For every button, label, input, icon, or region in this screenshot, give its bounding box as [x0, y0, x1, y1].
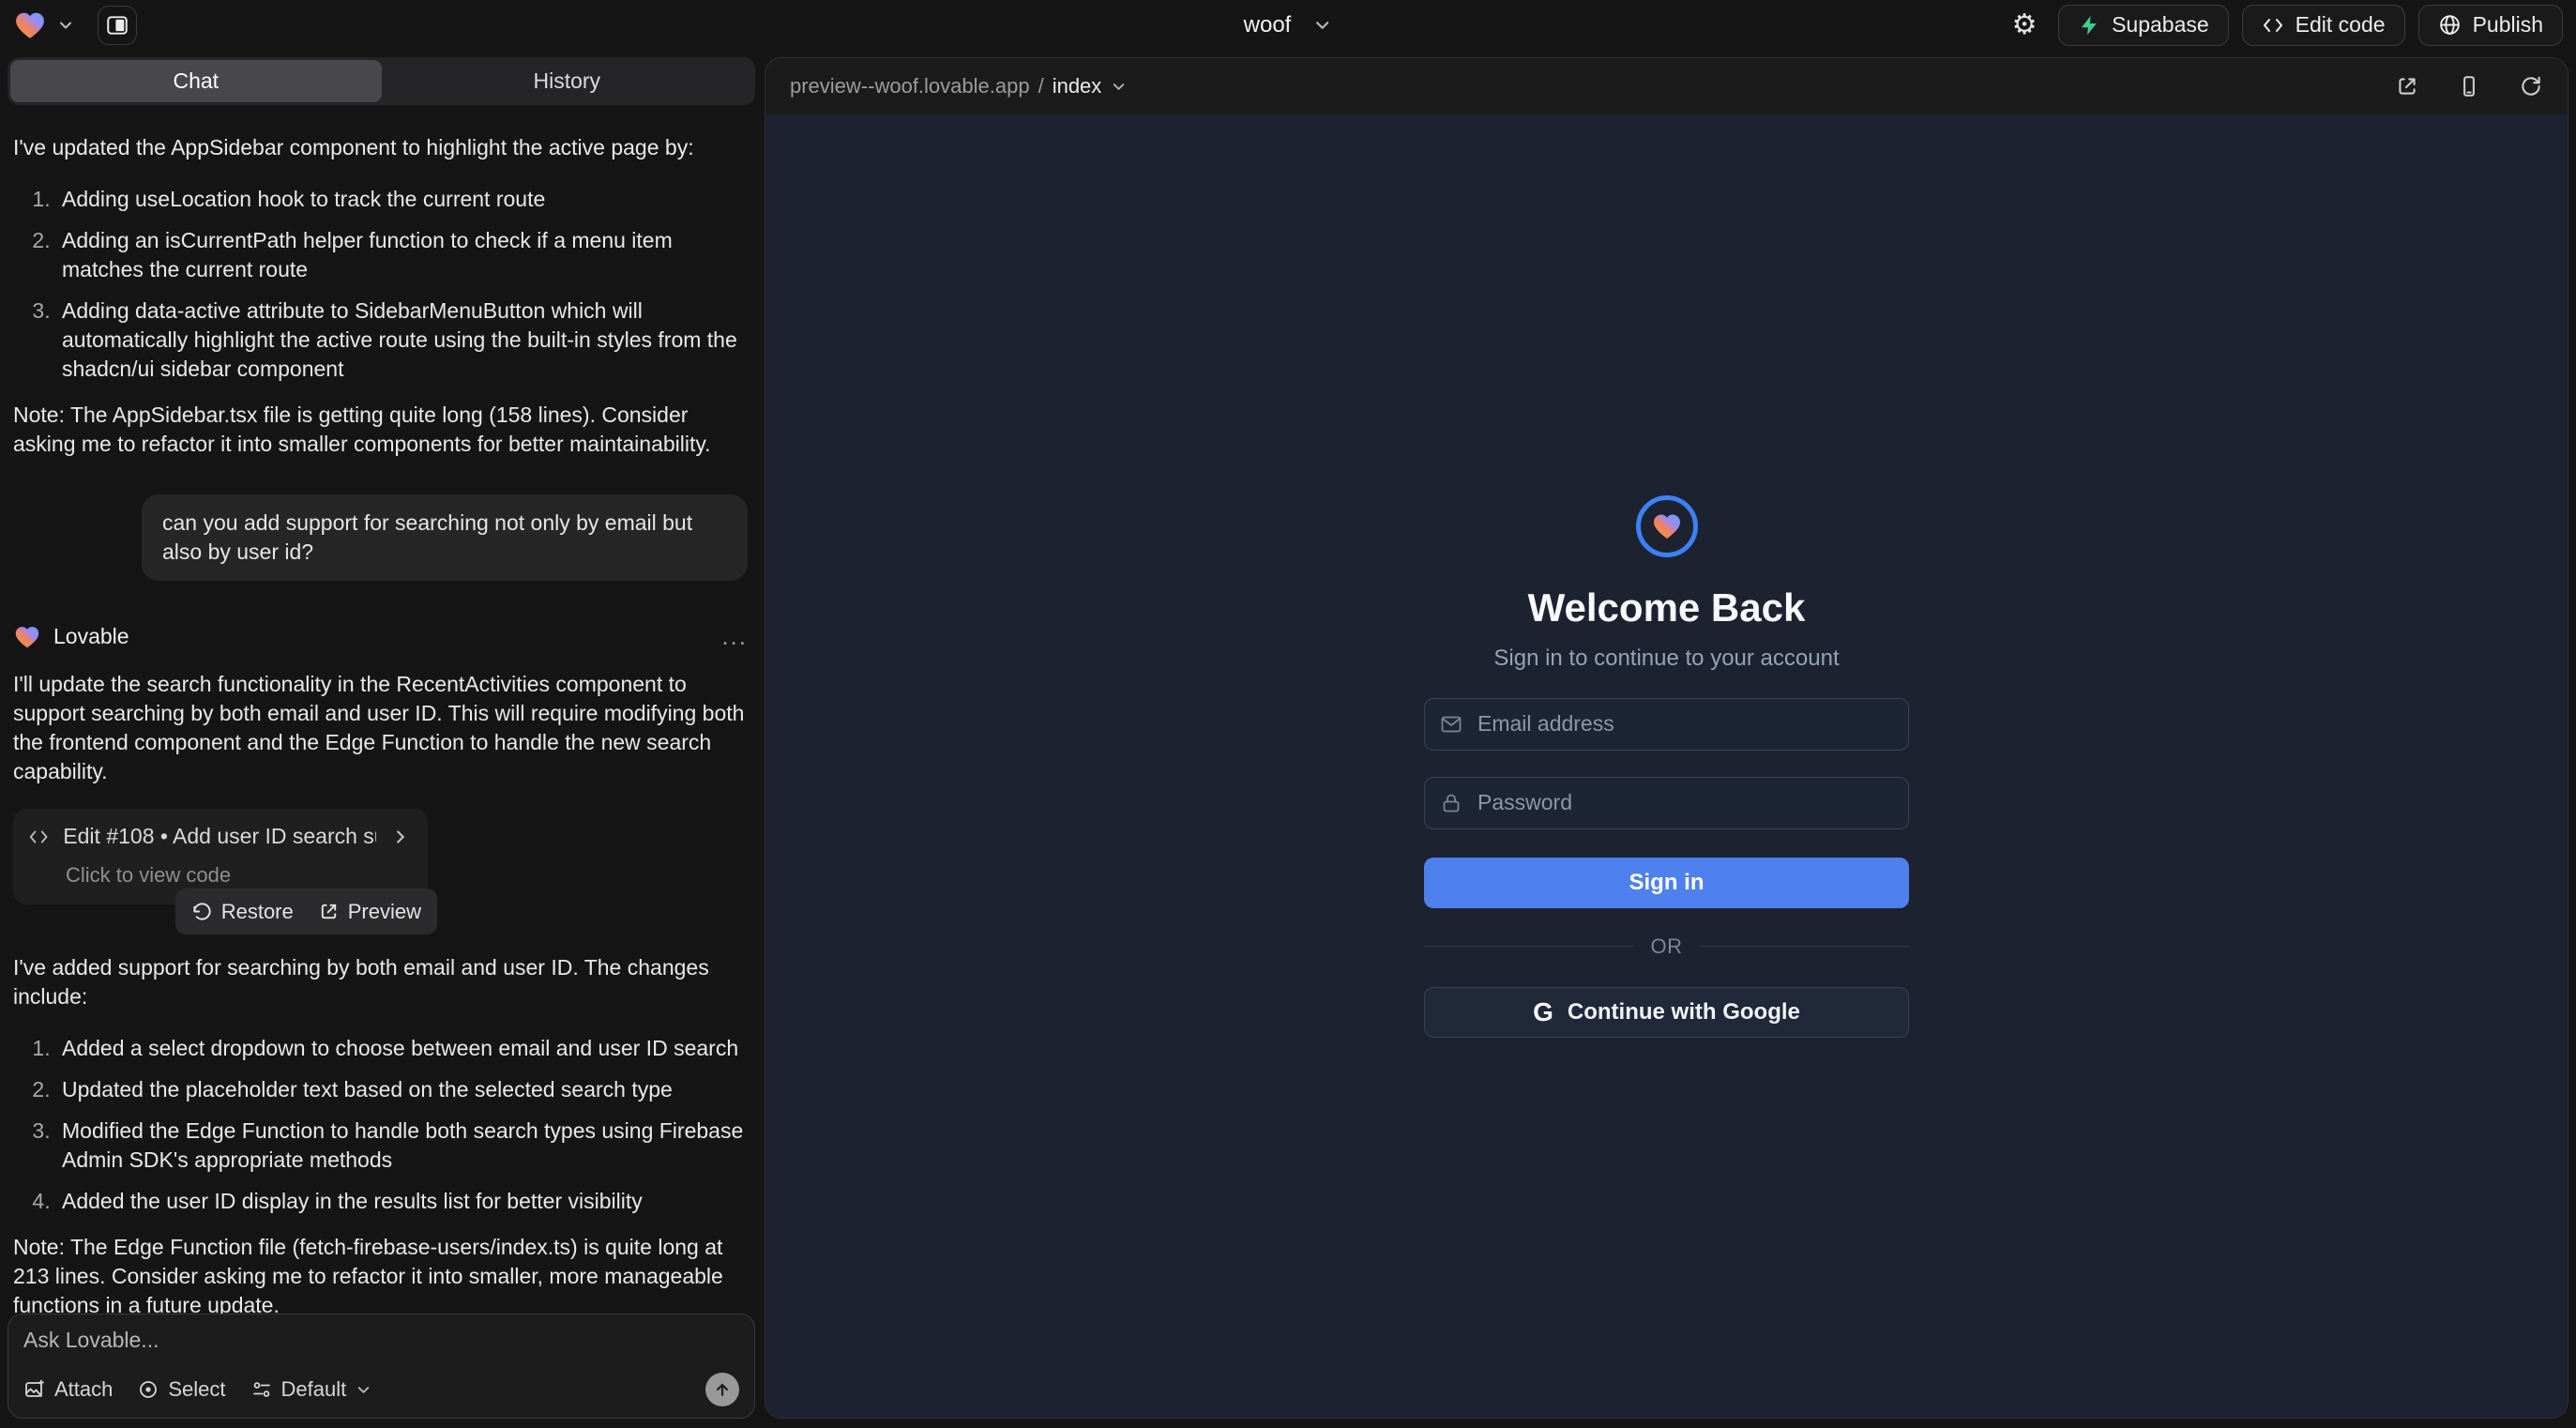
- globe-icon: [2438, 13, 2462, 37]
- edit-version-card[interactable]: Edit #108 • Add user ID search supp... C…: [13, 809, 428, 904]
- code-icon: [2262, 14, 2284, 37]
- assistant-name: Lovable: [53, 622, 129, 651]
- select-button[interactable]: Select: [137, 1377, 225, 1402]
- tab-chat[interactable]: Chat: [10, 60, 382, 102]
- chevron-down-icon[interactable]: [56, 16, 75, 35]
- toggle-sidebar-button[interactable]: [98, 6, 137, 45]
- project-name: woof: [1244, 12, 1292, 38]
- supabase-bolt-icon: [2078, 14, 2100, 37]
- chevron-down-icon: [1110, 78, 1128, 96]
- list-item: Updated the placeholder text based on th…: [56, 1075, 748, 1104]
- top-bar: woof ⚙ Supabase Edit code Publish: [0, 0, 2576, 50]
- attach-button[interactable]: Attach: [23, 1377, 113, 1402]
- project-switcher[interactable]: woof: [1244, 12, 1333, 38]
- list-item: Added the user ID display in the results…: [56, 1187, 748, 1216]
- google-sign-in-button[interactable]: G Continue with Google: [1424, 987, 1909, 1038]
- select-target-icon: [137, 1378, 159, 1401]
- list-item: Adding an isCurrentPath helper function …: [56, 226, 748, 284]
- assistant-message-text: I've updated the AppSidebar component to…: [13, 133, 748, 162]
- chat-message-list[interactable]: I've updated the AppSidebar component to…: [8, 105, 755, 1314]
- or-divider: OR: [1424, 934, 1909, 959]
- chat-composer: Attach Select Default: [8, 1314, 755, 1419]
- mode-label: Default: [281, 1377, 347, 1402]
- code-icon: [28, 825, 49, 849]
- lock-icon: [1440, 792, 1462, 814]
- list-item: Adding useLocation hook to track the cur…: [56, 185, 748, 214]
- message-options-icon[interactable]: ...: [721, 622, 748, 651]
- gear-icon: ⚙: [2012, 8, 2038, 41]
- edit-code-button[interactable]: Edit code: [2242, 5, 2405, 46]
- settings-button[interactable]: ⚙: [2004, 5, 2045, 46]
- arrow-up-icon: [713, 1380, 732, 1399]
- assistant-numbered-list: Added a select dropdown to choose betwee…: [13, 1034, 748, 1216]
- sliders-icon: [250, 1378, 273, 1401]
- supabase-button[interactable]: Supabase: [2058, 5, 2229, 46]
- refresh-icon[interactable]: [2519, 74, 2543, 99]
- send-button[interactable]: [705, 1373, 739, 1406]
- password-field-wrapper: [1424, 777, 1909, 829]
- or-divider-label: OR: [1651, 934, 1683, 959]
- edit-card-subtitle: Click to view code: [28, 860, 411, 889]
- list-item: Added a select dropdown to choose betwee…: [56, 1034, 748, 1063]
- chat-panel: Chat History I've updated the AppSidebar…: [0, 50, 763, 1428]
- chevron-down-icon: [1311, 15, 1332, 36]
- email-field[interactable]: [1424, 698, 1909, 751]
- restore-label: Restore: [221, 897, 294, 926]
- chevron-down-icon: [355, 1381, 372, 1399]
- restore-icon: [191, 901, 213, 922]
- assistant-message-text: I've added support for searching by both…: [13, 953, 748, 1011]
- preview-browser-bar: preview--woof.lovable.app / index: [765, 58, 2568, 114]
- publish-label: Publish: [2473, 12, 2543, 38]
- open-in-new-tab-icon[interactable]: [2395, 74, 2419, 99]
- preview-button[interactable]: Preview: [318, 897, 421, 926]
- list-item: Adding data-active attribute to SidebarM…: [56, 296, 748, 384]
- sign-in-button[interactable]: Sign in: [1424, 858, 1909, 908]
- preview-url-selector[interactable]: preview--woof.lovable.app / index: [790, 74, 1128, 99]
- preview-url-separator: /: [1038, 74, 1044, 99]
- publish-button[interactable]: Publish: [2418, 5, 2563, 46]
- chat-history-tabbar: Chat History: [8, 57, 755, 105]
- edit-card-toolbar: Restore Preview: [175, 889, 437, 934]
- select-label: Select: [168, 1377, 225, 1402]
- login-title: Welcome Back: [1528, 585, 1806, 630]
- edit-code-label: Edit code: [2296, 12, 2386, 38]
- attach-label: Attach: [54, 1377, 113, 1402]
- lovable-logo-heart-icon[interactable]: [13, 9, 47, 41]
- panel-layout-icon: [105, 13, 129, 38]
- assistant-note-text: Note: The AppSidebar.tsx file is getting…: [13, 401, 748, 459]
- password-field[interactable]: [1424, 777, 1909, 829]
- preview-panel: preview--woof.lovable.app / index Welcom…: [765, 57, 2568, 1419]
- tab-history[interactable]: History: [382, 60, 753, 102]
- restore-button[interactable]: Restore: [191, 897, 294, 926]
- email-icon: [1440, 713, 1462, 736]
- chevron-right-icon: [390, 827, 411, 847]
- login-form: Welcome Back Sign in to continue to your…: [1424, 495, 1909, 1038]
- user-message-text: can you add support for searching not on…: [162, 510, 692, 564]
- attach-image-icon: [23, 1378, 46, 1401]
- email-field-wrapper: [1424, 698, 1909, 751]
- mode-selector-button[interactable]: Default: [250, 1377, 373, 1402]
- mobile-view-icon[interactable]: [2457, 74, 2481, 99]
- login-subtitle: Sign in to continue to your account: [1493, 646, 1839, 672]
- supabase-label: Supabase: [2112, 12, 2209, 38]
- lovable-avatar-heart-icon: [13, 624, 41, 650]
- assistant-note-text: Note: The Edge Function file (fetch-fire…: [13, 1233, 748, 1314]
- list-item: Modified the Edge Function to handle bot…: [56, 1117, 748, 1175]
- preview-label: Preview: [348, 897, 421, 926]
- chat-input[interactable]: [23, 1328, 739, 1360]
- preview-url-host: preview--woof.lovable.app: [790, 74, 1030, 99]
- edit-card-title: Edit #108 • Add user ID search supp...: [63, 822, 376, 851]
- assistant-message-text: I'll update the search functionality in …: [13, 670, 748, 786]
- preview-url-page: index: [1053, 74, 1102, 99]
- assistant-numbered-list: Adding useLocation hook to track the cur…: [13, 185, 748, 384]
- heart-icon: [1651, 511, 1683, 541]
- assistant-message-header: Lovable ...: [13, 622, 748, 651]
- external-link-icon: [318, 901, 340, 922]
- user-message-bubble: can you add support for searching not on…: [142, 494, 748, 581]
- app-logo: [1636, 495, 1698, 557]
- google-g-icon: G: [1533, 997, 1553, 1027]
- google-button-label: Continue with Google: [1568, 999, 1800, 1025]
- preview-viewport: Welcome Back Sign in to continue to your…: [765, 114, 2568, 1418]
